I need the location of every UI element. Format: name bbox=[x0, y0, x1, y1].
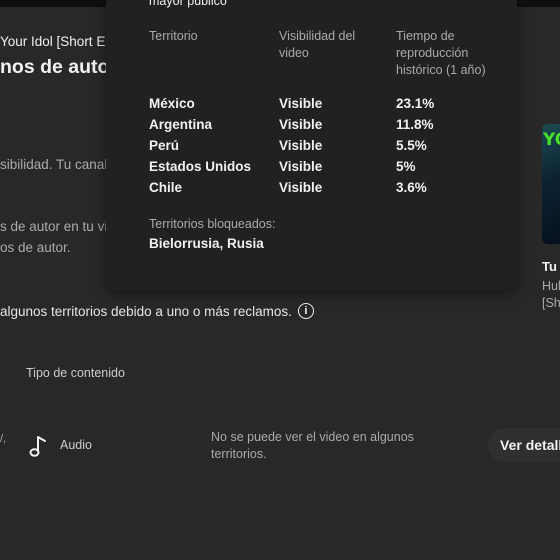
territory-watch-time: 23.1% bbox=[396, 96, 435, 111]
territory-row: Chile Visible 3.6% bbox=[106, 180, 517, 200]
territory-row: Perú Visible 5.5% bbox=[106, 138, 517, 158]
column-header-watch-time: Tiempo de reproducción histórico (1 año) bbox=[396, 29, 486, 77]
restriction-description: No se puede ver el video en algunos terr… bbox=[211, 430, 414, 461]
territory-visibility: Visible bbox=[279, 96, 323, 111]
territory-visibility: Visible bbox=[279, 180, 323, 195]
territory-visibility: Visible bbox=[279, 138, 323, 153]
column-header-territory: Territorio bbox=[149, 29, 198, 43]
territory-name: Argentina bbox=[149, 117, 213, 132]
territory-visibility: Visible bbox=[279, 159, 323, 174]
content-type-audio: Audio bbox=[60, 438, 92, 452]
section-heading: nos de autor bbox=[0, 56, 118, 78]
content-type-column-header: Tipo de contenido bbox=[26, 366, 125, 380]
view-details-button[interactable]: Ver detall bbox=[488, 428, 560, 462]
description-line-3: os de autor. bbox=[0, 240, 71, 255]
territory-watch-time: 3.6% bbox=[396, 180, 427, 195]
territory-row: Argentina Visible 11.8% bbox=[106, 117, 517, 137]
description-line-1: sibilidad. Tu canal bbox=[0, 157, 108, 172]
territory-watch-time: 11.8% bbox=[396, 117, 434, 132]
side-video-thumbnail[interactable]: YO bbox=[542, 124, 560, 244]
music-note-icon bbox=[29, 436, 46, 457]
side-video-meta-1: Hul bbox=[542, 279, 560, 293]
description-line-2: s de autor en tu vid bbox=[0, 219, 115, 234]
restriction-notice-text: algunos territorios debido a uno o más r… bbox=[0, 303, 292, 319]
side-video-meta-2: [Sh bbox=[542, 296, 560, 310]
territory-name: Perú bbox=[149, 138, 180, 153]
popup-title: mayor público bbox=[149, 0, 227, 8]
info-icon[interactable]: i bbox=[297, 303, 314, 319]
territory-name: Chile bbox=[149, 180, 183, 195]
side-video-title[interactable]: Tu bbox=[542, 259, 557, 274]
territory-visibility: Visible bbox=[279, 117, 323, 132]
territory-name: México bbox=[149, 96, 195, 111]
territory-watch-time: 5.5% bbox=[396, 138, 427, 153]
row-left-fragment: /, bbox=[0, 433, 7, 445]
territory-row: México Visible 23.1% bbox=[106, 96, 517, 116]
video-title: Your Idol [Short Ed bbox=[0, 34, 113, 49]
restriction-notice: algunos territorios debido a uno o más r… bbox=[0, 303, 314, 319]
territory-row: Estados Unidos Visible 5% bbox=[106, 159, 517, 179]
blocked-territories-label: Territorios bloqueados: bbox=[149, 217, 276, 231]
territory-name: Estados Unidos bbox=[149, 159, 252, 174]
column-header-visibility: Visibilidad del video bbox=[279, 29, 356, 60]
thumbnail-text: YO bbox=[543, 130, 560, 150]
territories-popup: mayor público Territorio Visibilidad del… bbox=[106, 0, 517, 290]
territory-watch-time: 5% bbox=[396, 159, 416, 174]
blocked-territories-list: Bielorrusia, Rusia bbox=[149, 236, 264, 251]
